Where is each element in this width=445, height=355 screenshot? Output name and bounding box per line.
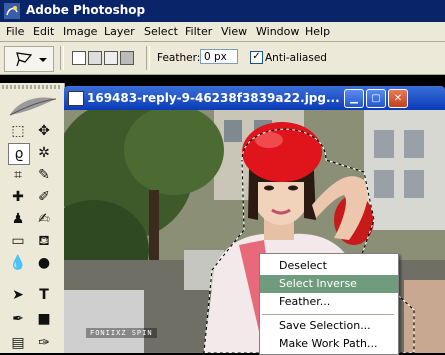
image-file-icon — [68, 91, 84, 106]
marquee-tool-icon[interactable]: ⬚ — [8, 121, 28, 141]
menu-item-deselect[interactable]: Deselect — [260, 257, 398, 275]
menu-item-save-selection[interactable]: Save Selection... — [260, 317, 398, 335]
subtract-from-selection-icon[interactable] — [104, 51, 118, 65]
chevron-down-icon — [39, 58, 47, 62]
feather-logo-icon — [9, 97, 57, 116]
dodge-tool-icon[interactable]: ● — [34, 253, 54, 273]
divider — [146, 46, 150, 70]
antialiased-label: Anti-aliased — [265, 52, 327, 64]
intersect-selection-icon[interactable] — [120, 51, 134, 65]
new-selection-icon[interactable] — [72, 51, 86, 65]
path-selection-icon[interactable]: ➤ — [8, 285, 28, 305]
menu-filter[interactable]: Filter — [185, 25, 212, 38]
menu-item-make-work-path[interactable]: Make Work Path... — [260, 335, 398, 353]
lasso-tool-icon[interactable]: ϱ — [8, 143, 30, 165]
stamp-tool-icon[interactable]: ♟ — [8, 209, 28, 229]
healing-brush-icon[interactable]: ✚ — [8, 187, 28, 207]
menu-image[interactable]: Image — [63, 25, 97, 38]
blur-tool-icon[interactable]: 💧 — [8, 253, 28, 273]
add-to-selection-icon[interactable] — [88, 51, 102, 65]
pen-tool-icon[interactable]: ✒ — [8, 309, 28, 329]
app-title: Adobe Photoshop — [26, 3, 146, 17]
photoshop-icon — [4, 3, 20, 19]
menu-edit[interactable]: Edit — [33, 25, 54, 38]
feather-input[interactable]: 0 px — [200, 49, 238, 64]
crop-tool-icon[interactable]: ⌗ — [8, 165, 28, 185]
menu-item-select-inverse[interactable]: Select Inverse — [260, 275, 398, 293]
magic-wand-icon[interactable]: ✲ — [34, 143, 54, 163]
red-hat — [242, 122, 322, 182]
context-menu: Deselect Select Inverse Feather... Save … — [259, 253, 399, 355]
type-tool-icon[interactable]: T — [34, 285, 54, 305]
slice-tool-icon[interactable]: ✎ — [34, 165, 54, 185]
close-button[interactable]: ✕ — [388, 89, 408, 108]
toolbox: ⬚ ✥ ϱ ✲ ⌗ ✎ ✚ ✐ ♟ ✍ ▭ ⛾ 💧 ● ➤ T ✒ ■ ▤ ✑ — [0, 83, 65, 353]
menu-bar: File Edit Image Layer Select Filter View… — [0, 22, 445, 42]
toolbox-grip[interactable] — [2, 85, 60, 89]
menu-view[interactable]: View — [221, 25, 247, 38]
menu-select[interactable]: Select — [144, 25, 178, 38]
brush-tool-icon[interactable]: ✐ — [34, 187, 54, 207]
tool-preset-picker[interactable] — [4, 46, 54, 72]
document-title: 169483-reply-9-46238f3839a22.jpg... — [87, 91, 340, 105]
app-title-bar: Adobe Photoshop — [0, 0, 445, 22]
menu-file[interactable]: File — [6, 25, 24, 38]
antialiased-checkbox[interactable]: ✓ — [250, 51, 263, 64]
menu-window[interactable]: Window — [256, 25, 299, 38]
feather-label: Feather: — [157, 52, 201, 64]
menu-help[interactable]: Help — [305, 25, 330, 38]
watermark-text: FONIIXZ SPIN — [86, 328, 157, 338]
document-title-bar[interactable]: 169483-reply-9-46238f3839a22.jpg... ▁ ▢ … — [64, 86, 445, 110]
paint-bucket-icon[interactable]: ⛾ — [34, 231, 54, 251]
history-brush-icon[interactable]: ✍ — [34, 209, 54, 229]
divider — [60, 46, 64, 70]
maximize-button[interactable]: ▢ — [366, 89, 386, 108]
options-bar: Feather: 0 px ✓ Anti-aliased — [0, 42, 445, 75]
menu-item-feather[interactable]: Feather... — [260, 293, 398, 311]
lasso-tool-icon — [16, 52, 47, 67]
notes-tool-icon[interactable]: ▤ — [8, 333, 28, 353]
menu-layer[interactable]: Layer — [104, 25, 135, 38]
menu-separator — [262, 314, 394, 315]
eraser-tool-icon[interactable]: ▭ — [8, 231, 28, 251]
move-tool-icon[interactable]: ✥ — [34, 121, 54, 141]
eyedropper-icon[interactable]: ✑ — [34, 333, 54, 353]
shape-tool-icon[interactable]: ■ — [34, 309, 54, 329]
minimize-button[interactable]: ▁ — [344, 89, 364, 108]
